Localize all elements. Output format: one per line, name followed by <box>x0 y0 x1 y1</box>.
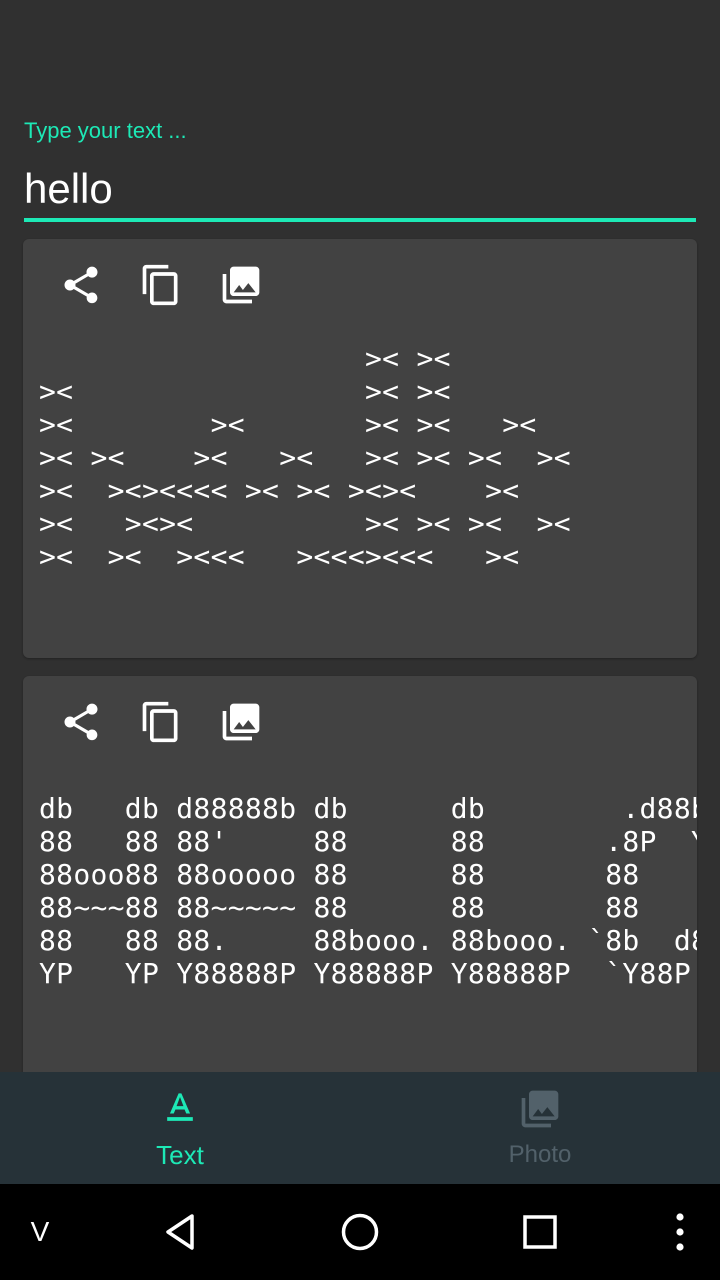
system-navigation-bar: V <box>0 1184 720 1280</box>
share-icon[interactable] <box>57 261 105 309</box>
copy-icon[interactable] <box>137 261 185 309</box>
card-actions <box>57 261 265 309</box>
text-input-area: Type your text ... <box>24 110 696 226</box>
ascii-card-2: db db d88888b db db .d88b. 88 88 88' 88 … <box>23 676 697 1096</box>
photo-library-icon <box>521 1090 559 1128</box>
ascii-art-text: db db d88888b db db .d88b. 88 88 88' 88 … <box>39 792 697 990</box>
card-actions <box>57 698 265 746</box>
text-input[interactable] <box>24 160 696 222</box>
photo-library-icon[interactable] <box>217 261 265 309</box>
home-icon <box>341 1213 379 1251</box>
ascii-art-text: >< >< >< >< >< >< >< >< >< >< >< >< >< >… <box>39 342 571 573</box>
more-vert-icon <box>676 1213 684 1251</box>
nav-text-label: Text <box>156 1139 204 1170</box>
back-icon <box>166 1214 194 1250</box>
recents-button[interactable] <box>516 1184 564 1280</box>
share-icon[interactable] <box>57 698 105 746</box>
copy-icon[interactable] <box>137 698 185 746</box>
ascii-card-1: >< >< >< >< >< >< >< >< >< >< >< >< >< >… <box>23 239 697 658</box>
nav-photo-label: Photo <box>508 1141 572 1168</box>
input-label: Type your text ... <box>24 118 187 143</box>
home-button[interactable] <box>336 1184 384 1280</box>
bottom-navigation: Text Photo <box>0 1072 720 1184</box>
keyboard-toggle-button[interactable]: V <box>20 1184 60 1280</box>
app-screen: Type your text ... >< >< >< >< >< >< >< … <box>0 0 720 1280</box>
overflow-menu-button[interactable] <box>660 1184 700 1280</box>
recents-icon <box>523 1215 557 1249</box>
back-button[interactable] <box>156 1184 204 1280</box>
nav-text-tab[interactable]: Text <box>0 1072 360 1184</box>
text-format-icon <box>167 1092 193 1121</box>
nav-photo-tab[interactable]: Photo <box>360 1072 720 1184</box>
photo-library-icon[interactable] <box>217 698 265 746</box>
